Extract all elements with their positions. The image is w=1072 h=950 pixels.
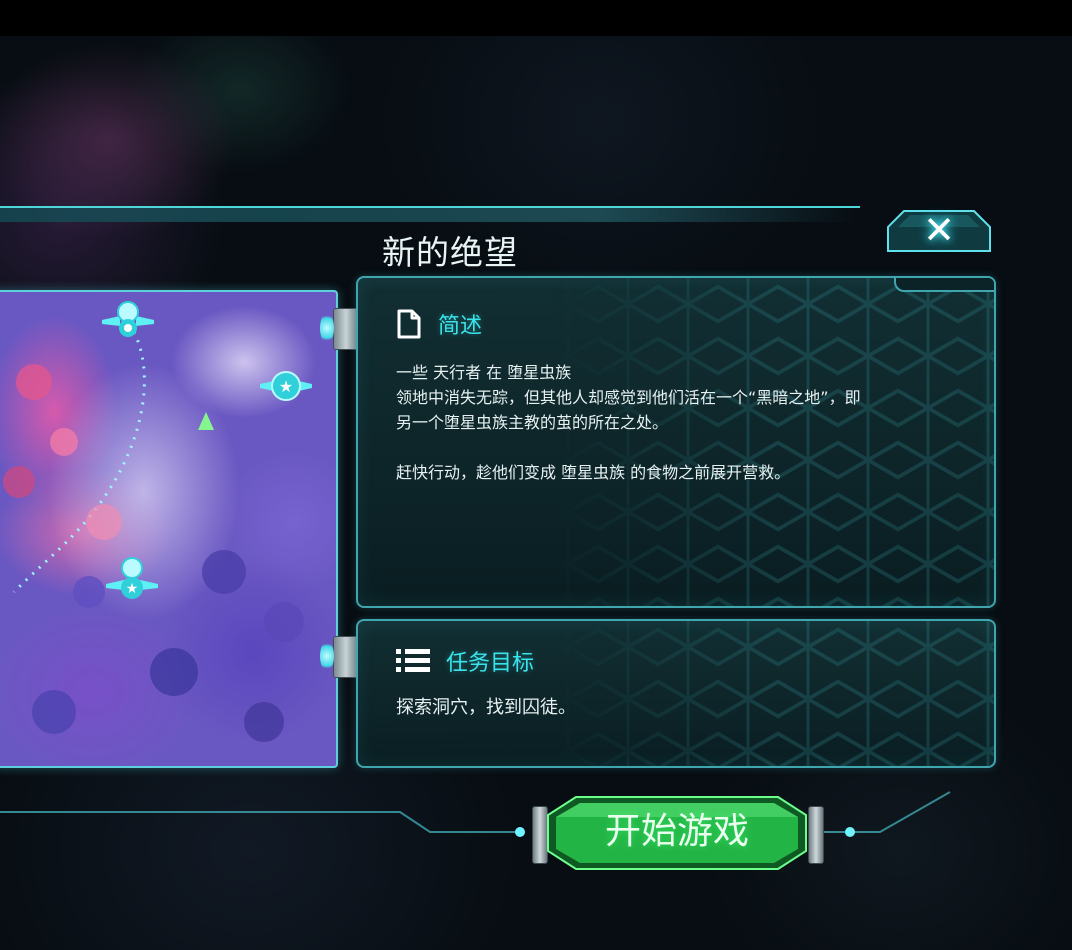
start-game-button[interactable]: 开始游戏 xyxy=(546,795,808,871)
level-map-preview: ★ ★ xyxy=(0,290,338,768)
brief-header: 简述 xyxy=(396,308,482,340)
brief-text: 一些 天行者 在 堕星虫族 领地中消失无踪，但其他人却感觉到他们活在一个“黑暗之… xyxy=(396,360,976,485)
objective-title: 任务目标 xyxy=(446,651,535,676)
start-game-label: 开始游戏 xyxy=(604,811,749,852)
brief-line: 另一个堕星虫族主教的茧的所在之处。 xyxy=(396,413,669,432)
objective-text: 探索洞穴，找到囚徒。 xyxy=(396,697,576,718)
skull-wing-badge-icon[interactable] xyxy=(98,298,158,342)
brief-panel: 简述 一些 天行者 在 堕星虫族 领地中消失无踪，但其他人却感觉到他们活在一个“… xyxy=(356,276,996,608)
document-icon xyxy=(397,309,421,339)
start-button-right-plug xyxy=(808,806,824,864)
brief-line: 赶快行动，趁他们变成 堕星虫族 的食物之前展开营救。 xyxy=(396,463,791,482)
skull-wing-badge-icon[interactable]: ★ xyxy=(102,554,162,606)
objective-header: 任务目标 xyxy=(396,645,534,677)
brief-line: 领地中消失无踪，但其他人却感觉到他们活在一个“黑暗之地”，即 xyxy=(396,388,861,407)
star-wing-badge-icon[interactable]: ★ xyxy=(256,364,316,408)
panel-corner-tab xyxy=(894,278,994,292)
list-icon xyxy=(396,649,430,672)
brief-line: 一些 天行者 在 堕星虫族 xyxy=(396,363,572,382)
close-icon: ✕ xyxy=(923,208,955,252)
brief-title: 简述 xyxy=(438,314,483,339)
top-letterbox xyxy=(0,0,1072,36)
objective-panel: 任务目标 探索洞穴，找到囚徒。 xyxy=(356,619,996,768)
svg-text:★: ★ xyxy=(126,581,139,597)
close-button[interactable]: ✕ xyxy=(886,207,992,253)
crystal-icon xyxy=(198,412,214,430)
dialog-title: 新的绝望 xyxy=(382,233,518,272)
svg-text:★: ★ xyxy=(279,377,293,396)
dialog-header-bar xyxy=(0,206,860,222)
